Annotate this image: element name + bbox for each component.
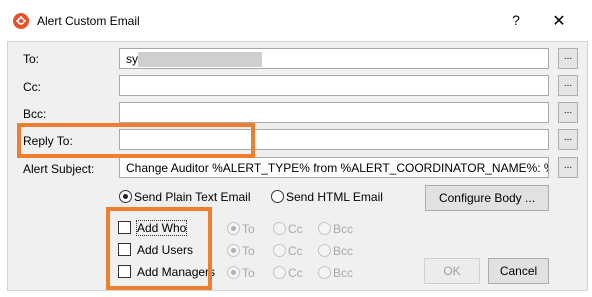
who-cc-label: Cc xyxy=(288,222,303,236)
cc-label: Cc: xyxy=(23,80,41,94)
redacted-text xyxy=(138,52,262,68)
cc-field[interactable] xyxy=(119,75,549,96)
to-label: To: xyxy=(23,52,40,66)
cancel-button[interactable]: Cancel xyxy=(488,258,549,284)
help-button[interactable]: ? xyxy=(506,12,526,30)
users-bcc-label: Bcc xyxy=(333,244,354,258)
managers-to-label: To xyxy=(242,266,255,280)
cc-browse-button[interactable]: ... xyxy=(558,75,578,96)
alert-subject-field[interactable]: Change Auditor %ALERT_TYPE% from %ALERT_… xyxy=(119,157,549,178)
plain-text-radio[interactable] xyxy=(119,190,132,203)
plain-text-label[interactable]: Send Plain Text Email xyxy=(134,190,251,204)
ok-button[interactable]: OK xyxy=(424,258,480,284)
users-cc-label: Cc xyxy=(288,244,303,258)
reply-to-highlight xyxy=(17,123,255,158)
who-to-label: To xyxy=(242,222,255,236)
app-logo-icon xyxy=(13,13,29,29)
bcc-field[interactable] xyxy=(119,102,549,123)
reply-to-browse-button[interactable]: ... xyxy=(558,129,578,150)
users-to-label: To xyxy=(242,244,255,258)
bcc-browse-button[interactable]: ... xyxy=(558,102,578,123)
configure-body-button[interactable]: Configure Body ... xyxy=(425,185,549,211)
users-bcc-radio[interactable] xyxy=(318,244,331,257)
who-bcc-radio[interactable] xyxy=(318,222,331,235)
html-radio[interactable] xyxy=(271,190,284,203)
who-bcc-label: Bcc xyxy=(333,222,354,236)
recipients-highlight xyxy=(106,207,212,290)
users-cc-radio[interactable] xyxy=(273,244,286,257)
html-label[interactable]: Send HTML Email xyxy=(286,190,383,204)
to-field[interactable]: sy xyxy=(119,48,549,69)
close-button[interactable]: ✕ xyxy=(549,11,569,31)
who-cc-radio[interactable] xyxy=(273,222,286,235)
managers-to-radio[interactable] xyxy=(227,266,240,279)
managers-cc-label: Cc xyxy=(288,266,303,280)
bcc-label: Bcc: xyxy=(23,107,47,121)
title-bar: Alert Custom Email ? ✕ xyxy=(0,0,592,41)
to-field-value: sy xyxy=(126,52,138,66)
alert-subject-browse-button[interactable]: ... xyxy=(558,157,578,178)
users-to-radio[interactable] xyxy=(227,244,240,257)
window-title: Alert Custom Email xyxy=(37,14,140,28)
managers-bcc-label: Bcc xyxy=(333,266,354,280)
to-browse-button[interactable]: ... xyxy=(558,48,578,69)
managers-bcc-radio[interactable] xyxy=(318,266,331,279)
managers-cc-radio[interactable] xyxy=(273,266,286,279)
alert-subject-label: Alert Subject: xyxy=(23,162,95,176)
who-to-radio[interactable] xyxy=(227,222,240,235)
